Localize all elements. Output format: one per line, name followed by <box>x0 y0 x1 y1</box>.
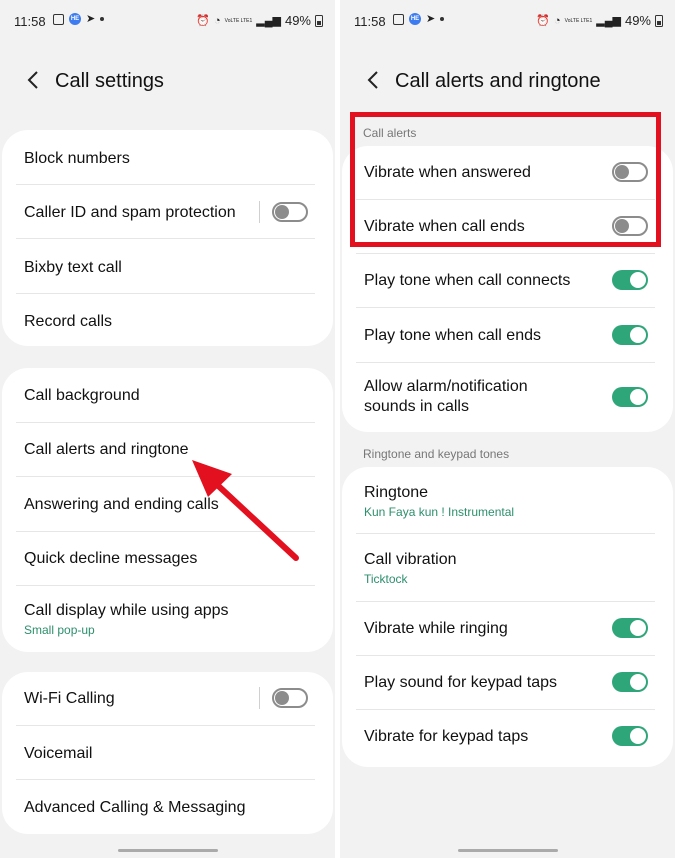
status-bar: 11:58 HE ➤ ⏰ ◔ VoLTE LTE1 ▂▄▆ 49% <box>0 0 335 44</box>
alarm-icon: ⏰ <box>536 14 550 27</box>
wifi-icon: ◔ <box>213 14 221 27</box>
ringtone-value: Kun Faya kun ! Instrumental <box>364 505 515 519</box>
volte-label: VoLTE LTE1 <box>564 17 593 24</box>
call-vibration-item[interactable]: Call vibration Ticktock <box>364 551 655 586</box>
signal-icon: ▂▄▆ <box>256 14 281 27</box>
gallery-icon <box>393 13 404 25</box>
settings-group-1: Block numbers Caller ID and spam protect… <box>2 130 333 346</box>
settings-group-3: Wi-Fi Calling Voicemail Advanced Calling… <box>2 672 333 834</box>
settings-group-2: Call background Call alerts and ringtone… <box>2 368 333 652</box>
battery-percent: 49% <box>624 13 651 28</box>
app-notification-icon: HE <box>69 13 81 25</box>
page-title: Call alerts and ringtone <box>395 70 601 92</box>
home-indicator <box>457 849 558 852</box>
page-title: Call settings <box>55 70 164 92</box>
home-indicator <box>117 849 218 852</box>
battery-icon <box>315 14 323 27</box>
wifi-calling-toggle[interactable] <box>272 688 308 708</box>
advanced-calling-item[interactable]: Advanced Calling & Messaging <box>24 799 315 817</box>
call-background-item[interactable]: Call background <box>24 387 315 405</box>
ringtone-group: Ringtone Kun Faya kun ! Instrumental Cal… <box>342 467 673 767</box>
call-alerts-ringtone-item[interactable]: Call alerts and ringtone <box>24 441 315 459</box>
wifi-icon: ◔ <box>553 14 561 27</box>
app-notification-icon: HE <box>409 13 421 25</box>
call-display-item[interactable]: Call display while using apps Small pop-… <box>24 602 315 637</box>
allow-alarm-sounds-toggle[interactable] <box>612 387 648 407</box>
telegram-icon: ➤ <box>86 13 96 25</box>
call-vibration-value: Ticktock <box>364 572 408 586</box>
block-numbers-item[interactable]: Block numbers <box>24 150 315 168</box>
status-time: 11:58 <box>354 14 386 29</box>
volte-label: VoLTE LTE1 <box>224 17 253 24</box>
page-header: Call settings <box>0 56 335 106</box>
play-tone-ends-toggle[interactable] <box>612 325 648 345</box>
ringtone-item[interactable]: Ringtone Kun Faya kun ! Instrumental <box>364 484 655 519</box>
record-calls-item[interactable]: Record calls <box>24 313 315 331</box>
back-arrow-icon[interactable] <box>24 69 46 91</box>
back-arrow-icon[interactable] <box>364 69 386 91</box>
answering-ending-calls-item[interactable]: Answering and ending calls <box>24 496 315 514</box>
status-time: 11:58 <box>14 14 46 29</box>
vibrate-while-ringing-toggle[interactable] <box>612 618 648 638</box>
signal-icon: ▂▄▆ <box>596 14 621 27</box>
more-notifications-icon <box>440 17 445 21</box>
caller-id-toggle[interactable] <box>272 202 308 222</box>
bixby-text-call-item[interactable]: Bixby text call <box>24 259 315 277</box>
page-header: Call alerts and ringtone <box>340 56 675 106</box>
call-settings-screen: 11:58 HE ➤ ⏰ ◔ VoLTE LTE1 ▂▄▆ 49% Call s… <box>0 0 335 858</box>
more-notifications-icon <box>100 17 105 21</box>
play-tone-connects-toggle[interactable] <box>612 270 648 290</box>
red-highlight-box <box>350 112 661 247</box>
gallery-icon <box>53 13 64 25</box>
keypad-sound-toggle[interactable] <box>612 672 648 692</box>
battery-percent: 49% <box>284 13 311 28</box>
section-ringtone-keypad: Ringtone and keypad tones <box>363 447 510 461</box>
quick-decline-messages-item[interactable]: Quick decline messages <box>24 550 315 568</box>
alarm-icon: ⏰ <box>196 14 210 27</box>
keypad-vibrate-toggle[interactable] <box>612 726 648 746</box>
status-bar: 11:58 HE ➤ ⏰ ◔ VoLTE LTE1 ▂▄▆ 49% <box>340 0 675 44</box>
voicemail-item[interactable]: Voicemail <box>24 745 315 763</box>
telegram-icon: ➤ <box>426 13 436 25</box>
call-display-value: Small pop-up <box>24 623 95 637</box>
battery-icon <box>655 14 663 27</box>
